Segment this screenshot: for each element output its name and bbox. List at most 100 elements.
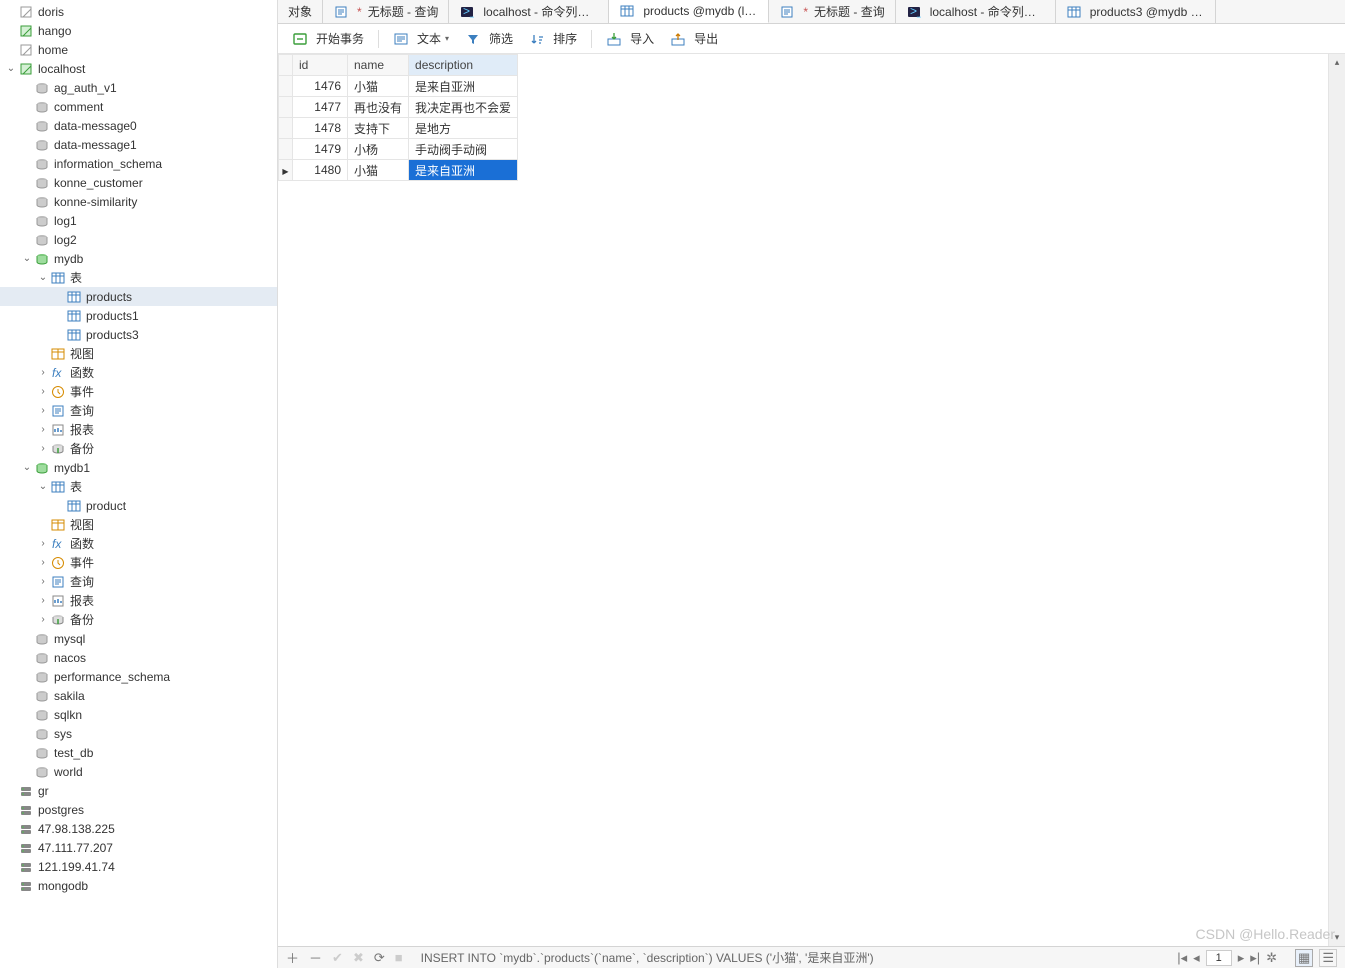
tree-node[interactable]: ·121.199.41.74 (0, 857, 277, 876)
tree-node[interactable]: ·log2 (0, 230, 277, 249)
tree-node[interactable]: ·doris (0, 2, 277, 21)
cell-id[interactable]: 1479 (293, 139, 348, 160)
tree-node[interactable]: ·test_db (0, 743, 277, 762)
tree-node[interactable]: ·products (0, 287, 277, 306)
tree-node[interactable]: ⌄表 (0, 268, 277, 287)
grid-view-button[interactable]: ▦ (1295, 949, 1313, 967)
row-indicator[interactable] (279, 139, 293, 160)
tree-node[interactable]: ›备份 (0, 439, 277, 458)
expand-arrow-icon[interactable]: › (36, 557, 50, 568)
table-row[interactable]: 1478支持下是地方 (279, 118, 518, 139)
cell-description[interactable]: 手动阀手动阀 (409, 139, 518, 160)
tree-node[interactable]: ·postgres (0, 800, 277, 819)
tab[interactable]: *无标题 - 查询 (769, 0, 895, 23)
cancel-button[interactable]: ✖ (353, 950, 364, 966)
expand-arrow-icon[interactable]: ⌄ (4, 63, 18, 74)
cell-description[interactable]: 是来自亚洲 (409, 160, 518, 181)
cell-id[interactable]: 1476 (293, 76, 348, 97)
expand-arrow-icon[interactable]: › (36, 405, 50, 416)
tree-node[interactable]: ›查询 (0, 401, 277, 420)
column-header[interactable]: id (293, 55, 348, 76)
tab[interactable]: products @mydb (lo... (609, 0, 769, 23)
tree-node[interactable]: ⌄mydb1 (0, 458, 277, 477)
text-button[interactable]: 文本 ▾ (387, 28, 455, 49)
tree-node[interactable]: ·performance_schema (0, 667, 277, 686)
table-row[interactable]: 1477再也没有我决定再也不会爱 (279, 97, 518, 118)
expand-arrow-icon[interactable]: › (36, 424, 50, 435)
row-indicator[interactable] (279, 76, 293, 97)
begin-transaction-button[interactable]: 开始事务 (286, 28, 370, 49)
tree-node[interactable]: ·log1 (0, 211, 277, 230)
next-page-button[interactable]: ▸ (1238, 950, 1245, 966)
tree-node[interactable]: ·ag_auth_v1 (0, 78, 277, 97)
cell-description[interactable]: 是来自亚洲 (409, 76, 518, 97)
refresh-button[interactable]: ⟳ (374, 950, 385, 966)
tree-node[interactable]: ›查询 (0, 572, 277, 591)
expand-arrow-icon[interactable]: › (36, 614, 50, 625)
cell-description[interactable]: 我决定再也不会爱 (409, 97, 518, 118)
tree-node[interactable]: ›报表 (0, 420, 277, 439)
tree-node[interactable]: ·视图 (0, 344, 277, 363)
tree-node[interactable]: ⌄localhost (0, 59, 277, 78)
tree-node[interactable]: ·konne_customer (0, 173, 277, 192)
first-page-button[interactable]: |◂ (1177, 950, 1187, 966)
tree-node[interactable]: ·hango (0, 21, 277, 40)
tree-node[interactable]: ·world (0, 762, 277, 781)
tree-node[interactable]: ›备份 (0, 610, 277, 629)
tree-node[interactable]: ⌄表 (0, 477, 277, 496)
table-row[interactable]: 1479小杨手动阀手动阀 (279, 139, 518, 160)
expand-arrow-icon[interactable]: ⌄ (20, 253, 34, 264)
add-row-button[interactable]: ＋ (286, 948, 299, 967)
table-row[interactable]: 1480小猫是来自亚洲 (279, 160, 518, 181)
tab[interactable]: >_localhost - 命令列界面 (896, 0, 1056, 23)
tab[interactable]: products3 @mydb (l... (1056, 0, 1216, 23)
tree-node[interactable]: ·mongodb (0, 876, 277, 895)
expand-arrow-icon[interactable]: ⌄ (36, 481, 50, 492)
row-indicator[interactable] (279, 118, 293, 139)
cell-name[interactable]: 支持下 (348, 118, 409, 139)
delete-row-button[interactable]: － (309, 948, 322, 967)
tab[interactable]: *无标题 - 查询 (323, 0, 449, 23)
filter-button[interactable]: 筛选 (459, 28, 519, 49)
tree-node[interactable]: ⌄mydb (0, 249, 277, 268)
tree-node[interactable]: ›事件 (0, 553, 277, 572)
scroll-up-icon[interactable]: ▴ (1329, 54, 1345, 71)
column-header[interactable]: name (348, 55, 409, 76)
expand-arrow-icon[interactable]: › (36, 538, 50, 549)
data-grid[interactable]: idnamedescription1476小猫是来自亚洲1477再也没有我决定再… (278, 54, 518, 181)
cell-id[interactable]: 1478 (293, 118, 348, 139)
expand-arrow-icon[interactable]: ⌄ (36, 272, 50, 283)
export-button[interactable]: 导出 (664, 28, 724, 49)
cell-description[interactable]: 是地方 (409, 118, 518, 139)
connection-tree[interactable]: ·doris·hango·home⌄localhost·ag_auth_v1·c… (0, 0, 278, 968)
tree-node[interactable]: ›fx函数 (0, 534, 277, 553)
tree-node[interactable]: ·products1 (0, 306, 277, 325)
apply-button[interactable]: ✔ (332, 950, 343, 966)
tree-node[interactable]: ·home (0, 40, 277, 59)
tree-node[interactable]: ·information_schema (0, 154, 277, 173)
expand-arrow-icon[interactable]: ⌄ (20, 462, 34, 473)
tree-node[interactable]: ·comment (0, 97, 277, 116)
column-header[interactable]: description (409, 55, 518, 76)
row-indicator[interactable] (279, 97, 293, 118)
last-page-button[interactable]: ▸| (1250, 950, 1260, 966)
table-row[interactable]: 1476小猫是来自亚洲 (279, 76, 518, 97)
stop-button[interactable]: ■ (395, 950, 403, 965)
row-indicator[interactable] (279, 160, 293, 181)
cell-name[interactable]: 小猫 (348, 160, 409, 181)
tree-node[interactable]: ›fx函数 (0, 363, 277, 382)
tree-node[interactable]: ·products3 (0, 325, 277, 344)
tab[interactable]: 对象 (278, 0, 323, 23)
tree-node[interactable]: ·sqlkn (0, 705, 277, 724)
expand-arrow-icon[interactable]: › (36, 367, 50, 378)
cell-name[interactable]: 小猫 (348, 76, 409, 97)
expand-arrow-icon[interactable]: › (36, 386, 50, 397)
tree-node[interactable]: ·47.111.77.207 (0, 838, 277, 857)
tree-node[interactable]: ›事件 (0, 382, 277, 401)
tree-node[interactable]: ·47.98.138.225 (0, 819, 277, 838)
tree-node[interactable]: ·data-message0 (0, 116, 277, 135)
tree-node[interactable]: ·konne-similarity (0, 192, 277, 211)
tree-node[interactable]: ·product (0, 496, 277, 515)
data-grid-area[interactable]: idnamedescription1476小猫是来自亚洲1477再也没有我决定再… (278, 54, 1345, 946)
cell-name[interactable]: 再也没有 (348, 97, 409, 118)
